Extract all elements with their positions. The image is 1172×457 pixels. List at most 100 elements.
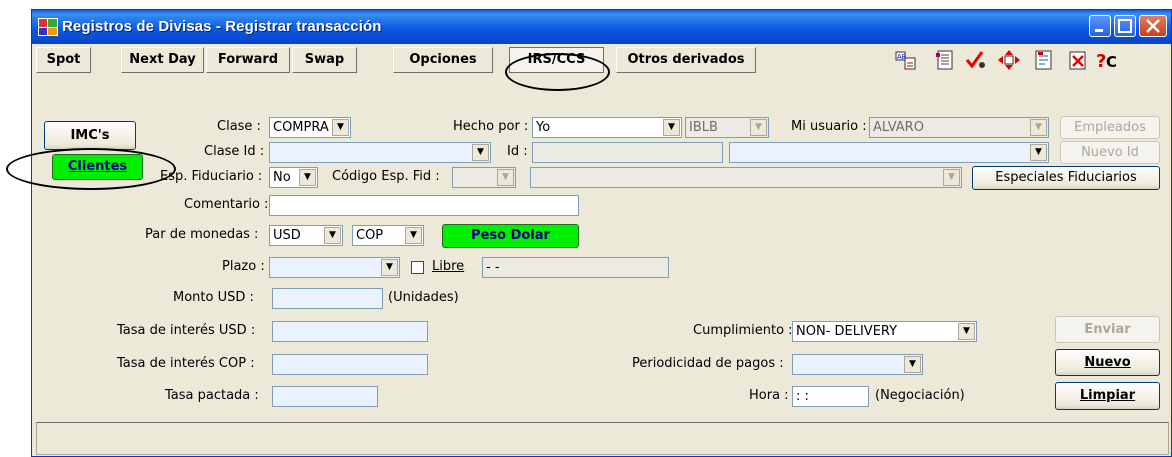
especiales-fiduciarios-button[interactable]: Especiales Fiduciarios (972, 166, 1160, 190)
chevron-down-icon: ▼ (497, 169, 514, 186)
clase-id-select[interactable]: ▼ (269, 142, 491, 163)
periodicidad-select[interactable]: ▼ (792, 354, 923, 375)
comentario-input[interactable] (269, 195, 579, 216)
hora-label: Hora : (749, 388, 789, 403)
status-bar (36, 422, 1169, 455)
chevron-down-icon[interactable]: ▼ (299, 169, 316, 186)
hora-input[interactable]: : : (792, 386, 869, 407)
clase-label: Clase : (217, 119, 261, 134)
tasa-pactada-input[interactable] (272, 386, 378, 407)
esp-fid-description-select: ▼ (530, 167, 962, 188)
minimize-button[interactable] (1089, 15, 1111, 37)
close-button[interactable] (1139, 15, 1167, 37)
cumplimiento-label: Cumplimiento : (693, 323, 793, 338)
chevron-down-icon[interactable]: ▼ (958, 323, 975, 340)
moneda1-select[interactable]: USD ▼ (269, 225, 343, 246)
tab-spot[interactable]: Spot (36, 47, 91, 73)
unidades-label: (Unidades) (388, 290, 459, 305)
hecho-por-code-value: IBLB (689, 120, 718, 135)
id-field (532, 142, 723, 163)
esp-fiduciario-value: No (273, 170, 291, 185)
esp-fiduciario-label: Esp. Fiduciario : (160, 169, 263, 184)
report-icon[interactable] (1032, 49, 1056, 71)
tasa-cop-input[interactable] (272, 354, 428, 375)
check-validate-icon[interactable] (964, 49, 988, 71)
delete-document-icon[interactable] (1067, 49, 1091, 71)
peso-dolar-button[interactable]: Peso Dolar (442, 224, 579, 248)
app-window: Registros de Divisas - Registrar transac… (31, 9, 1172, 457)
monto-usd-label: Monto USD : (173, 290, 254, 305)
empleados-button[interactable]: Empleados (1060, 116, 1160, 139)
codigo-esp-fid-select: ▼ (452, 167, 516, 188)
tasa-pactada-label: Tasa pactada : (165, 388, 259, 403)
comentario-label: Comentario : (184, 197, 269, 212)
moneda2-value: COP (356, 228, 384, 243)
mi-usuario-select: ALVARO ▼ (869, 117, 1049, 138)
tab-bar: Spot Next Day Forward Swap Opciones IRS/… (32, 44, 1171, 76)
chevron-down-icon[interactable]: ▼ (904, 356, 921, 373)
id-label: Id : (507, 144, 528, 159)
form-panel: IMC's Clientes Clase : COMPRA ▼ Hecho po… (32, 76, 1171, 420)
tab-otros-derivados[interactable]: Otros derivados (616, 47, 756, 73)
chevron-down-icon: ▼ (943, 169, 960, 186)
maximize-button[interactable] (1114, 15, 1136, 37)
cumplimiento-value: NON- DELIVERY (796, 324, 898, 339)
negociacion-label: (Negociación) (875, 388, 965, 403)
plazo-label: Plazo : (222, 259, 265, 274)
title-bar[interactable]: Registros de Divisas - Registrar transac… (32, 10, 1171, 44)
clase-value: COMPRA (273, 120, 329, 135)
document-list-icon[interactable] (933, 49, 957, 71)
chevron-down-icon: ▼ (750, 119, 767, 136)
moneda1-value: USD (273, 228, 301, 243)
hecho-por-code-select: IBLB ▼ (685, 117, 769, 138)
chevron-down-icon[interactable]: ▼ (381, 259, 398, 276)
chevron-down-icon[interactable]: ▼ (324, 227, 341, 244)
tasa-usd-input[interactable] (272, 321, 428, 342)
moneda2-select[interactable]: COP ▼ (352, 225, 424, 246)
app-logo-icon (38, 18, 58, 36)
svg-text:?: ? (1096, 51, 1106, 71)
hecho-por-value: Yo (536, 120, 551, 135)
chevron-down-icon[interactable]: ▼ (472, 144, 489, 161)
limpiar-button[interactable]: Limpiar (1055, 382, 1160, 410)
monto-usd-input[interactable] (272, 288, 383, 309)
imcs-button[interactable]: IMC's (44, 121, 136, 150)
esp-fiduciario-select[interactable]: No ▼ (269, 167, 318, 188)
id-description-select[interactable]: ▼ (729, 142, 1049, 163)
clientes-button[interactable]: Clientes (52, 154, 143, 180)
chevron-down-icon[interactable]: ▼ (663, 119, 680, 136)
codigo-esp-fid-label: Código Esp. Fid : (332, 169, 440, 184)
libre-label: Libre (432, 259, 465, 274)
tab-swap[interactable]: Swap (292, 47, 357, 73)
svg-text:C: C (1106, 53, 1117, 71)
window-title: Registros de Divisas - Registrar transac… (62, 18, 382, 35)
tab-irs-ccs[interactable]: IRS/CCS (509, 47, 604, 73)
tab-next-day[interactable]: Next Day (121, 47, 204, 73)
enviar-button[interactable]: Enviar (1055, 316, 1160, 343)
hecho-por-select[interactable]: Yo ▼ (532, 117, 682, 138)
plazo-select[interactable]: ▼ (269, 257, 400, 278)
move-arrows-icon[interactable] (997, 49, 1021, 71)
tab-opciones[interactable]: Opciones (393, 47, 493, 73)
tasa-cop-label: Tasa de interés COP : (117, 356, 255, 371)
periodicidad-label: Periodicidad de pagos : (632, 356, 784, 371)
chevron-down-icon[interactable]: ▼ (405, 227, 422, 244)
chevron-down-icon: ▼ (1030, 119, 1047, 136)
chevron-down-icon[interactable]: ▼ (1030, 144, 1047, 161)
tasa-usd-label: Tasa de interés USD : (117, 323, 256, 338)
nuevo-id-button[interactable]: Nuevo Id (1060, 141, 1160, 164)
mi-usuario-label: Mi usuario : (791, 119, 867, 134)
help-cursor-icon[interactable]: ? C (1095, 49, 1119, 71)
cumplimiento-select[interactable]: NON- DELIVERY ▼ (792, 321, 977, 342)
maximize-icon (1118, 19, 1132, 33)
libre-checkbox[interactable] (411, 261, 424, 274)
nuevo-button[interactable]: Nuevo (1055, 349, 1160, 376)
swap-currency-icon[interactable]: AB (894, 49, 918, 71)
close-icon (1146, 19, 1160, 33)
tab-forward[interactable]: Forward (206, 47, 290, 73)
clase-select[interactable]: COMPRA ▼ (269, 117, 351, 138)
minimize-icon (1095, 29, 1103, 32)
hecho-por-label: Hecho por : (453, 119, 529, 134)
chevron-down-icon[interactable]: ▼ (332, 119, 349, 136)
plazo-fecha-field: - - (482, 257, 669, 278)
